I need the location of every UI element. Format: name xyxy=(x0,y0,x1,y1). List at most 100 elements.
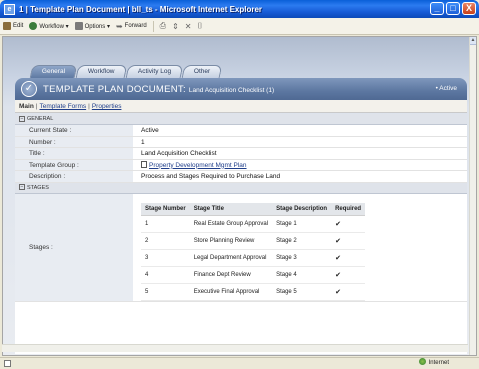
field-label: Current State : xyxy=(15,125,133,136)
options-icon xyxy=(74,22,83,30)
ie-app-icon: e xyxy=(4,3,15,15)
stage-number-cell: 5 xyxy=(141,283,190,301)
stage-title-cell: Legal Department Approval xyxy=(189,249,273,267)
document-form: − GENERAL Current State : Active Number :… xyxy=(15,114,467,354)
edit-button[interactable]: Edit xyxy=(3,22,23,30)
field-label: Number : xyxy=(15,136,133,147)
security-zone: Internet xyxy=(418,358,449,369)
tab-workflow-label: Workflow xyxy=(88,68,115,75)
stages-table: Stage Number Stage Title Stage Descripti… xyxy=(141,202,366,301)
field-description: Description : Process and Stages Require… xyxy=(15,171,467,183)
page-title: TEMPLATE PLAN DOCUMENT: Land Acquisition… xyxy=(43,84,274,95)
subnav-main-link[interactable]: Main xyxy=(19,103,34,110)
minimize-button[interactable]: _ xyxy=(430,2,444,15)
stage-number-cell: 3 xyxy=(141,249,190,267)
window-title: 1 | Template Plan Document | bll_ts - Mi… xyxy=(19,4,263,14)
edit-label: Edit xyxy=(13,23,24,29)
stage-title-cell: Real Estate Group Approval xyxy=(189,215,273,233)
toolbar-separator xyxy=(152,20,154,32)
workflow-icon xyxy=(29,22,38,30)
stage-description-cell: Stage 4 xyxy=(272,266,332,284)
stage-description-cell: Stage 2 xyxy=(272,232,332,250)
stages-block: Stages : Stage Number Stage Title Stage … xyxy=(15,193,467,302)
column-header: Stage Title xyxy=(189,202,273,216)
scroll-up-icon[interactable]: ▲ xyxy=(470,37,476,45)
options-label: Options ▾ xyxy=(84,23,110,30)
forward-label: Forward xyxy=(124,23,147,29)
page-title-subtitle: Land Acquisition Checklist (1) xyxy=(188,86,275,94)
stage-title-cell: Executive Final Approval xyxy=(189,283,273,301)
window-controls: _ □ X xyxy=(430,2,476,15)
field-number: Number : 1 xyxy=(15,136,467,148)
vertical-scrollbar[interactable]: ▲ xyxy=(469,37,476,355)
tab-activity-log[interactable]: Activity Log xyxy=(125,65,184,78)
field-value: Property Development Mgmt Plan xyxy=(133,160,247,171)
stage-title-cell: Finance Dept Review xyxy=(189,266,273,284)
window-title-bar[interactable]: e 1 | Template Plan Document | bll_ts - … xyxy=(0,0,479,18)
delete-icon[interactable]: ✕ xyxy=(185,22,192,31)
field-title: Title : Land Acquisition Checklist xyxy=(15,148,467,160)
table-row[interactable]: 3 Legal Department Approval Stage 3 ✔ xyxy=(141,249,366,267)
options-menu[interactable]: Options ▾ xyxy=(74,22,110,30)
column-header: Required xyxy=(331,202,366,216)
print-icon[interactable]: ⎙ xyxy=(160,21,166,31)
table-row[interactable]: 2 Store Planning Review Stage 2 ✔ xyxy=(141,232,366,250)
subnav-separator: | xyxy=(88,103,90,110)
stages-table-header: Stage Number Stage Title Stage Descripti… xyxy=(141,202,366,216)
field-template-group: Template Group : Property Development Mg… xyxy=(15,159,467,171)
move-icon[interactable]: ⇕ xyxy=(172,22,179,31)
tab-strip: General Workflow Activity Log Other xyxy=(29,65,223,78)
subnav-template-forms-link[interactable]: Template Forms xyxy=(40,103,87,110)
tab-other-label: Other xyxy=(193,68,211,75)
stage-number-cell: 2 xyxy=(141,232,190,250)
general-section-label: GENERAL xyxy=(27,116,54,122)
subnav-properties-link[interactable]: Properties xyxy=(92,103,122,110)
stages-section-label: STAGES xyxy=(27,184,49,191)
field-label: Template Group : xyxy=(15,159,133,170)
globe-icon xyxy=(418,358,426,365)
status-bar: Internet xyxy=(0,357,479,369)
forward-arrow-icon: ➥ xyxy=(115,21,123,31)
stage-description-cell: Stage 5 xyxy=(272,283,332,301)
forward-button[interactable]: ➥ Forward xyxy=(116,22,147,31)
tab-general[interactable]: General xyxy=(29,65,78,78)
table-row[interactable]: 1 Real Estate Group Approval Stage 1 ✔ xyxy=(141,215,366,233)
general-section-header[interactable]: − GENERAL xyxy=(15,114,467,125)
collapse-icon[interactable]: − xyxy=(19,184,25,191)
close-button[interactable]: X xyxy=(462,2,476,15)
required-check-icon: ✔ xyxy=(331,266,366,284)
pencil-icon xyxy=(3,22,11,30)
tab-workflow[interactable]: Workflow xyxy=(75,65,128,78)
stages-section-header[interactable]: − STAGES xyxy=(15,182,467,194)
stages-label: Stages : xyxy=(15,193,133,301)
field-label: Description : xyxy=(15,171,133,182)
field-current-state: Current State : Active xyxy=(15,125,467,137)
table-row[interactable]: 5 Executive Final Approval Stage 5 ✔ xyxy=(141,283,366,301)
toolbar: Edit Workflow ▾ Options ▾ ➥ Forward ⎙ ⇕ … xyxy=(0,18,479,35)
stage-number-cell: 1 xyxy=(141,215,190,233)
document-header: ✓ TEMPLATE PLAN DOCUMENT: Land Acquisiti… xyxy=(15,78,467,100)
tab-general-label: General xyxy=(41,68,66,75)
table-row[interactable]: 4 Finance Dept Review Stage 4 ✔ xyxy=(141,266,366,284)
workflow-menu[interactable]: Workflow ▾ xyxy=(29,22,69,30)
required-check-icon: ✔ xyxy=(331,249,366,267)
page-title-main: TEMPLATE PLAN DOCUMENT: xyxy=(43,83,189,95)
required-check-icon: ✔ xyxy=(331,215,366,233)
tab-other[interactable]: Other xyxy=(181,65,223,78)
column-header: Stage Number xyxy=(141,202,190,216)
page-done-icon xyxy=(4,360,11,367)
field-label: Title : xyxy=(15,148,133,159)
checkmark-circle-icon: ✓ xyxy=(21,81,37,97)
collapse-icon[interactable]: − xyxy=(19,115,25,122)
bookmark-icon[interactable]: ⌷ xyxy=(197,21,202,31)
template-group-link[interactable]: Property Development Mgmt Plan xyxy=(149,162,247,169)
stage-title-cell: Store Planning Review xyxy=(189,232,273,250)
field-value: Active xyxy=(141,127,159,134)
horizontal-scrollbar[interactable] xyxy=(2,344,468,352)
required-check-icon: ✔ xyxy=(331,283,366,301)
stage-number-cell: 4 xyxy=(141,266,190,284)
maximize-button[interactable]: □ xyxy=(446,2,460,15)
required-check-icon: ✔ xyxy=(331,232,366,250)
security-zone-label: Internet xyxy=(428,360,449,366)
column-header: Stage Description xyxy=(272,202,332,216)
